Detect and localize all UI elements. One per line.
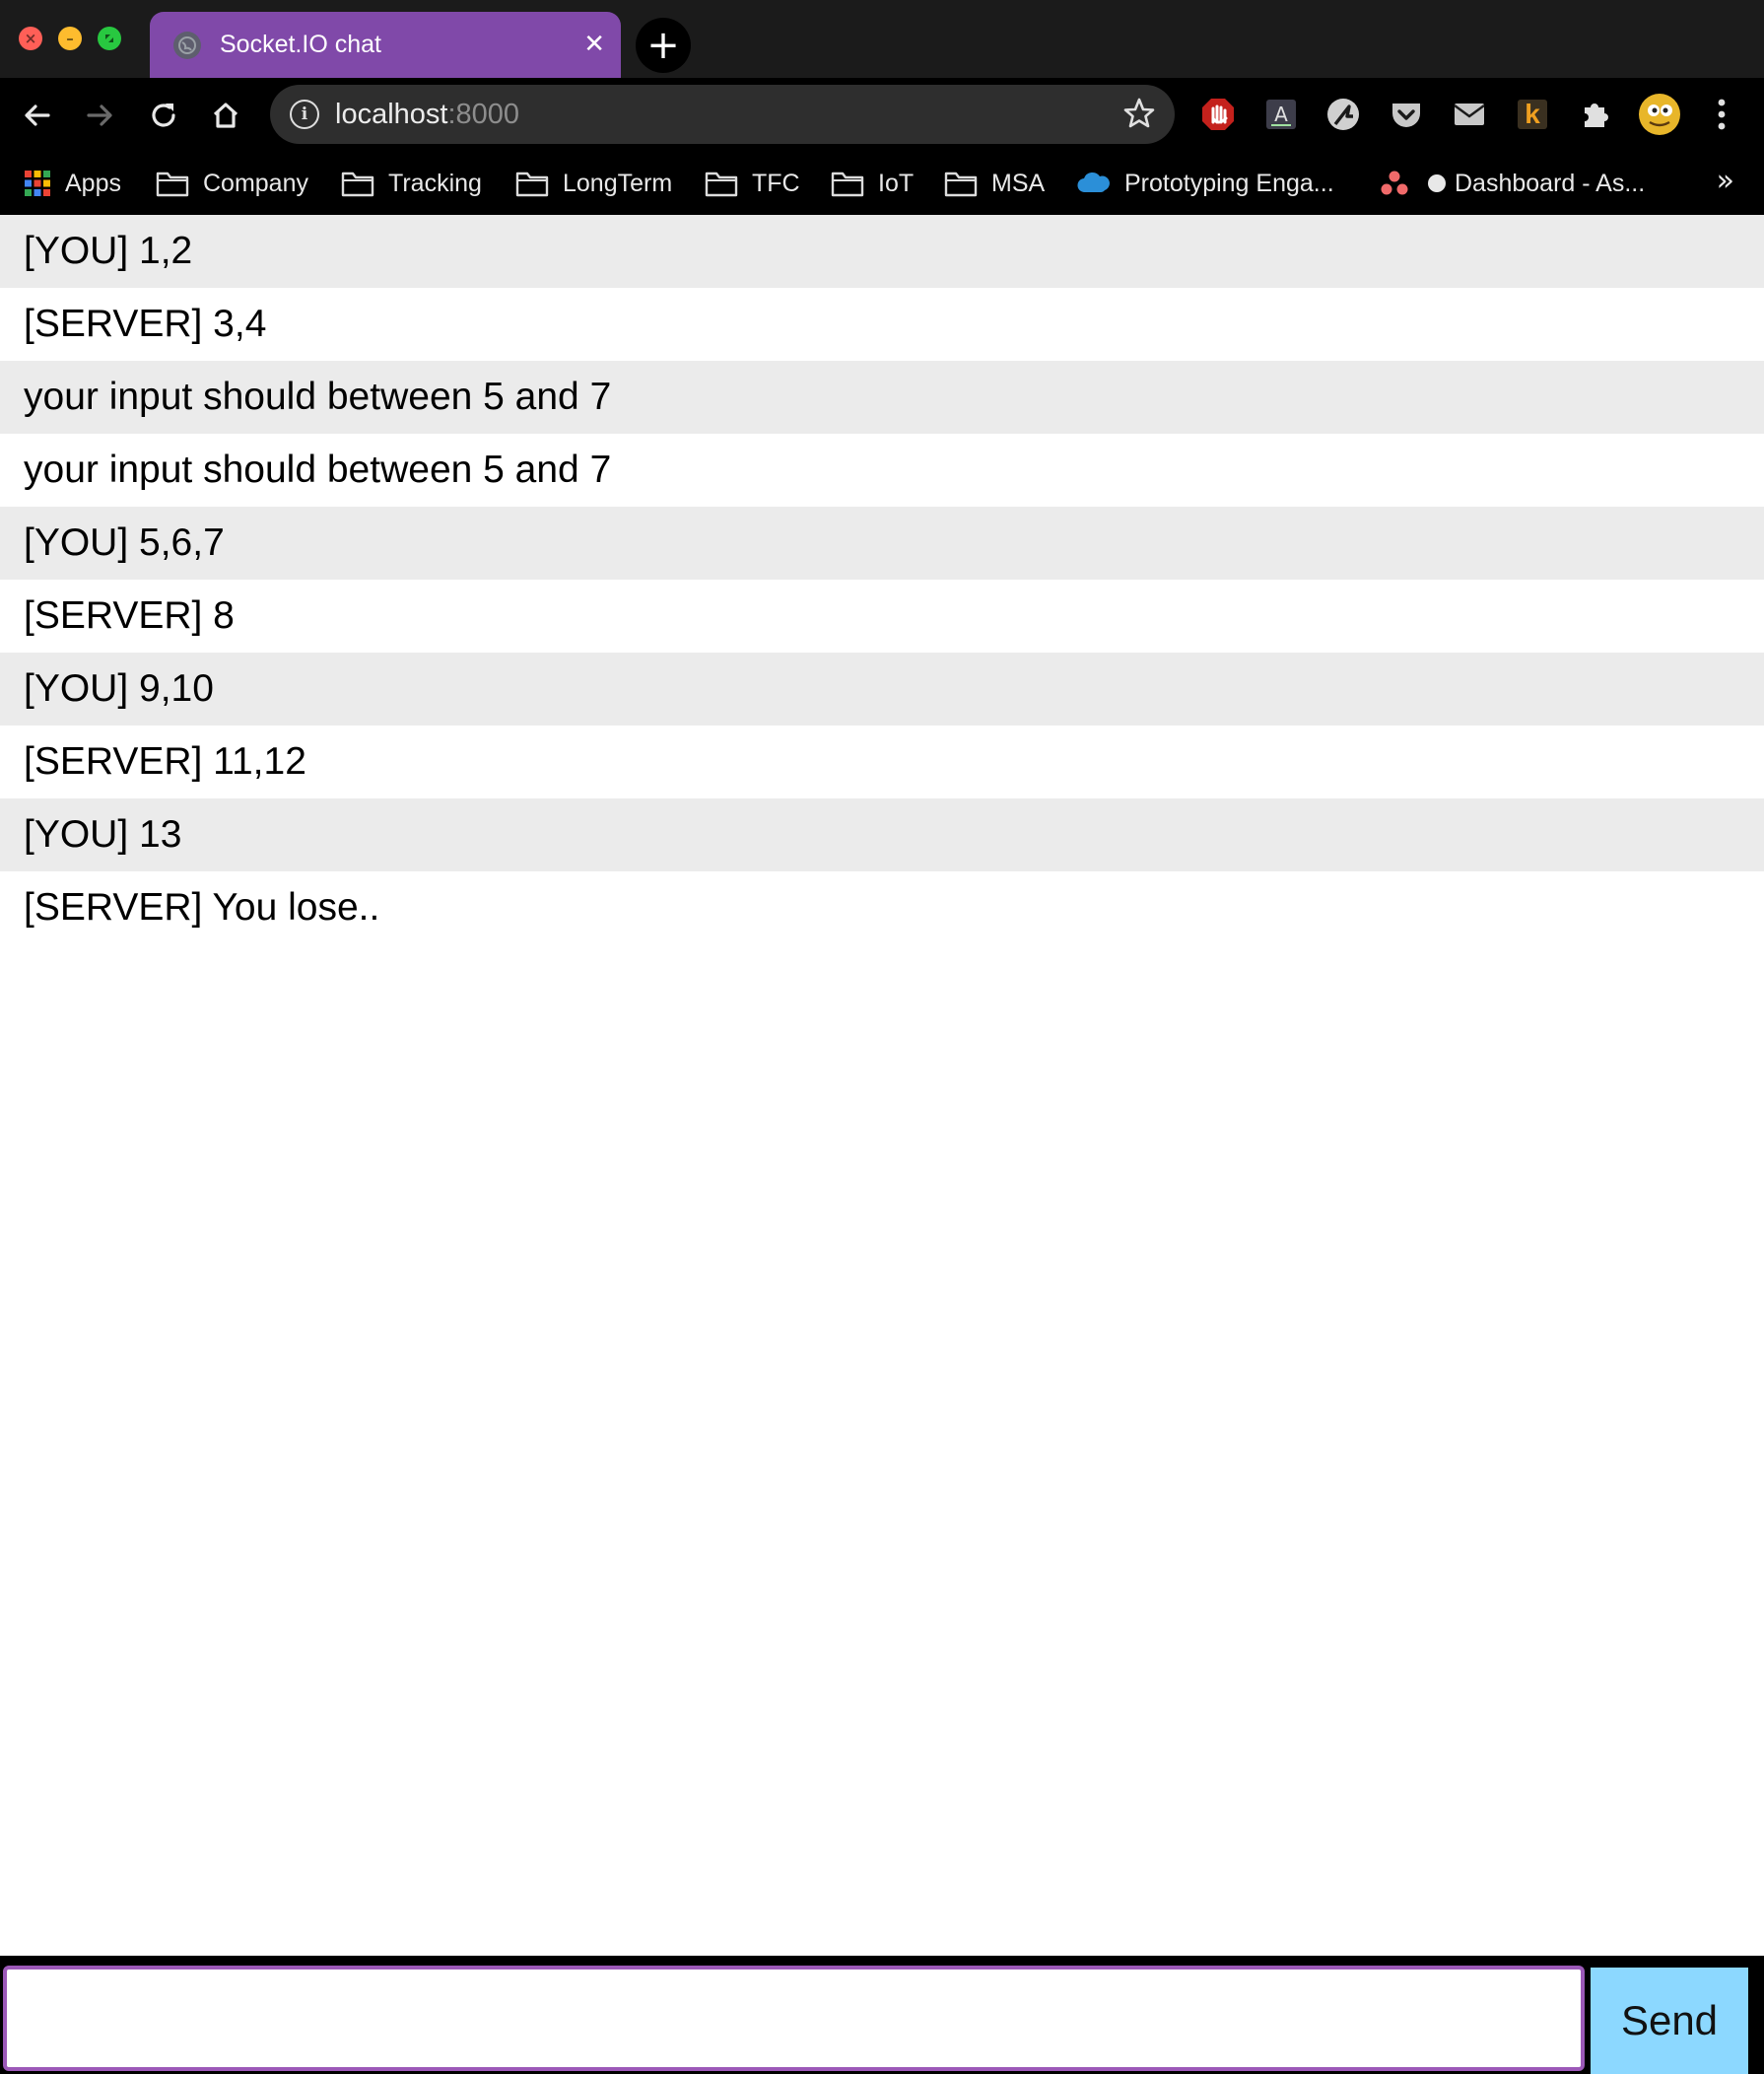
chat-message: [SERVER] 11,12 [24,740,306,783]
ublock-icon[interactable] [1195,92,1241,137]
message-input[interactable] [3,1966,1585,2071]
bookmark-label: Apps [65,169,121,197]
tab-close-icon[interactable]: ✕ [583,30,605,59]
k-extension-icon[interactable]: k [1510,92,1555,137]
bookmark-label: LongTerm [563,169,673,197]
reload-button[interactable] [142,94,185,137]
chat-message: [SERVER] 3,4 [24,303,267,345]
message-list: [YOU] 1,2 [SERVER] 3,4 your input should b… [0,215,1764,944]
bookmark-tfc[interactable]: TFC [705,164,800,203]
svg-text:A: A [1274,103,1288,126]
new-tab-button[interactable]: + [636,18,691,73]
tab-title: Socket.IO chat [220,31,381,58]
url-host: localhost [335,98,448,130]
bookmark-company[interactable]: Company [156,164,308,203]
kebab-menu-icon[interactable] [1699,92,1744,137]
bookmark-label: TFC [752,169,800,197]
chat-message: your input should between 5 and 7 [24,449,612,491]
bookmark-msa[interactable]: MSA [944,164,1045,203]
chat-message: [YOU] 5,6,7 [0,507,1764,580]
puzzle-icon[interactable] [1573,92,1618,137]
url-port: :8000 [447,98,520,130]
circle-icon [1427,173,1447,193]
asana-icon [1381,170,1408,197]
bookmark-label: IoT [878,169,915,197]
k-extension-label: k [1525,99,1540,129]
bookmark-dashboard[interactable]: Dashboard - As... [1427,164,1645,203]
window-close-button[interactable]: × [19,27,42,50]
apps-grid-icon [24,170,51,197]
bookmark-longterm[interactable]: LongTerm [515,164,672,203]
bookmark-prototyping[interactable]: Prototyping Enga... [1077,164,1334,203]
bookmark-iot[interactable]: IoT [831,164,914,203]
window-minimize-button[interactable]: – [58,27,82,50]
bookmark-asana[interactable] [1381,164,1422,203]
chat-form: Send [0,1956,1764,2074]
profile-avatar[interactable] [1637,92,1682,137]
mail-icon[interactable] [1447,92,1492,137]
bookmark-label: Tracking [388,169,482,197]
site-info-icon[interactable]: i [290,100,319,129]
folder-icon [341,170,374,197]
chat-message: [SERVER] You lose.. [24,886,380,929]
folder-icon [156,170,189,197]
rapid-icon[interactable] [1321,92,1366,137]
fullscreen-icon [105,35,113,42]
send-button[interactable]: Send [1591,1968,1748,2074]
bookmark-tracking[interactable]: Tracking [341,164,482,203]
accessibility-checker-icon[interactable]: A [1258,92,1304,137]
chat-message: [YOU] 1,2 [0,215,1764,288]
arrow-right-icon [87,104,112,126]
home-button[interactable] [204,94,247,137]
folder-icon [944,170,978,197]
chat-message: [SERVER] 8 [24,594,235,637]
bookmarks-overflow-button[interactable]: » [1717,164,1734,198]
folder-icon [705,170,738,197]
folder-icon [831,170,864,197]
bookmark-label: Prototyping Enga... [1124,169,1334,197]
home-icon [213,103,238,128]
arrow-left-icon [25,104,50,126]
browser-toolbar: i localhost :8000 A k [0,78,1764,152]
reload-icon [152,104,175,127]
bookmark-star-icon[interactable] [1121,96,1157,131]
back-button[interactable] [16,94,59,137]
forward-button[interactable] [78,94,121,137]
chat-message: [YOU] 13 [0,798,1764,871]
bookmark-apps[interactable]: Apps [24,164,121,203]
bookmark-label: Company [203,169,308,197]
chat-message: your input should between 5 and 7 [0,361,1764,434]
pocket-icon[interactable] [1384,92,1429,137]
window-maximize-button[interactable] [98,27,121,50]
bookmark-label: Dashboard - As... [1455,169,1646,197]
plus-icon: + [646,23,680,68]
globe-icon [173,31,201,59]
bookmarks-bar: Apps Company Tracking LongTerm TFC IoT M… [0,152,1764,215]
tab-socketio-chat[interactable]: Socket.IO chat ✕ [150,12,621,78]
chat-message: [YOU] 9,10 [0,653,1764,726]
address-bar[interactable]: i localhost :8000 [270,85,1175,144]
bookmark-label: MSA [991,169,1046,197]
folder-icon [515,170,549,197]
tab-strip: × – Socket.IO chat ✕ + [0,0,1764,78]
cloud-icon [1077,171,1111,196]
